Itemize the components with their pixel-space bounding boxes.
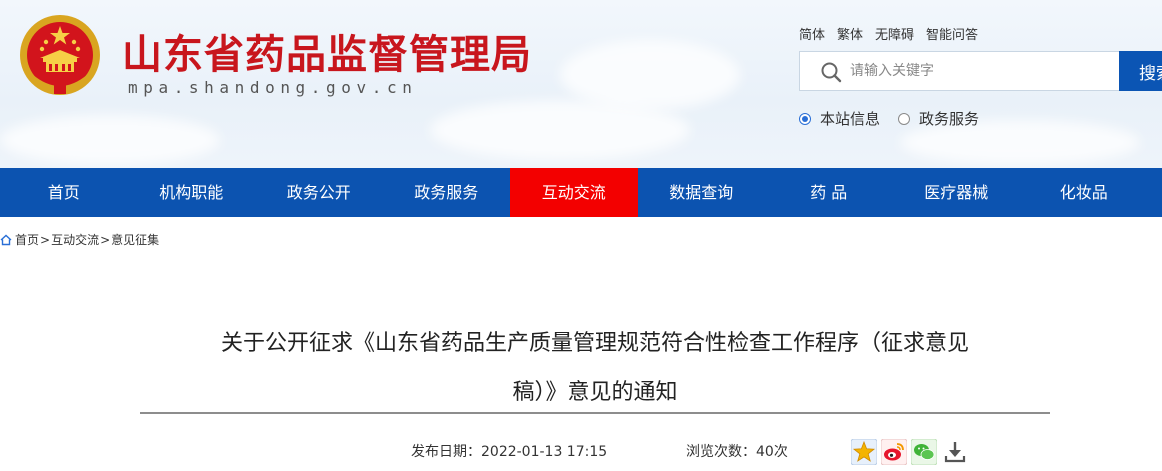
publish-date-value: 2022-01-13 17:15 (481, 444, 608, 460)
search-box (799, 51, 1120, 91)
link-accessibility[interactable]: 无障碍 (875, 24, 914, 43)
search-scope: 本站信息 政务服务 (799, 108, 997, 129)
publish-date-label: 发布日期： (411, 444, 481, 460)
publish-date: 发布日期：2022-01-13 17:15 (411, 441, 607, 461)
radio-label: 政务服务 (919, 110, 980, 128)
download-icon[interactable] (942, 439, 968, 465)
title-divider (140, 412, 1050, 414)
radio-site-info[interactable]: 本站信息 (799, 108, 880, 129)
breadcrumb: 首页 > 互动交流 > 意见征集 (0, 231, 159, 248)
search-input[interactable] (850, 52, 1115, 90)
radio-unselected-icon (898, 112, 911, 125)
top-links: 简体 繁体 无障碍 智能问答 (799, 24, 978, 43)
article-title-line-2: 稿）》意见的通知 (512, 380, 678, 405)
link-simplified[interactable]: 简体 (799, 24, 825, 43)
article-title-line-1: 关于公开征求《山东省药品生产质量管理规范符合性检查工作程序（征求意见 (220, 331, 969, 356)
search-icon (821, 62, 842, 83)
radio-label: 本站信息 (820, 110, 881, 128)
nav-gov-service[interactable]: 政务服务 (383, 168, 511, 217)
view-count: 浏览次数：40次 (686, 441, 788, 461)
link-traditional[interactable]: 繁体 (837, 24, 863, 43)
weibo-icon[interactable] (881, 439, 907, 465)
breadcrumb-solicitation[interactable]: 意见征集 (111, 231, 159, 248)
view-count-label: 浏览次数： (686, 444, 756, 460)
breadcrumb-home[interactable]: 首页 (15, 231, 39, 248)
nav-home[interactable]: 首页 (0, 168, 128, 217)
search-button[interactable]: 搜索 (1119, 51, 1162, 91)
qzone-star-icon[interactable] (851, 439, 877, 465)
wechat-icon[interactable] (911, 439, 937, 465)
nav-organization[interactable]: 机构职能 (128, 168, 256, 217)
nav-data-query[interactable]: 数据查询 (638, 168, 766, 217)
link-smart-qa[interactable]: 智能问答 (926, 24, 978, 43)
view-count-value: 40次 (756, 444, 788, 460)
breadcrumb-separator: > (100, 232, 111, 247)
radio-selected-icon (799, 112, 811, 125)
site-header: 山东省药品监督管理局 mpa.shandong.gov.cn 简体 繁体 无障碍… (0, 0, 1162, 168)
radio-gov-service[interactable]: 政务服务 (898, 108, 979, 129)
main-nav: 首页 机构职能 政务公开 政务服务 互动交流 数据查询 药 品 医疗器械 化妆品 (0, 168, 1162, 217)
page: 山东省药品监督管理局 mpa.shandong.gov.cn 简体 繁体 无障碍… (0, 0, 1162, 471)
nav-gov-disclosure[interactable]: 政务公开 (255, 168, 383, 217)
breadcrumb-interaction[interactable]: 互动交流 (51, 231, 99, 248)
site-domain: mpa.shandong.gov.cn (128, 78, 418, 97)
site-title: 山东省药品监督管理局 (122, 32, 532, 78)
nav-interaction[interactable]: 互动交流 (510, 168, 638, 217)
home-icon (0, 234, 12, 245)
nav-cosmetics[interactable]: 化妆品 (1020, 168, 1148, 217)
breadcrumb-separator: > (40, 232, 51, 247)
national-emblem-icon (20, 15, 100, 95)
nav-medical-devices[interactable]: 医疗器械 (893, 168, 1021, 217)
nav-drugs[interactable]: 药 品 (765, 168, 893, 217)
